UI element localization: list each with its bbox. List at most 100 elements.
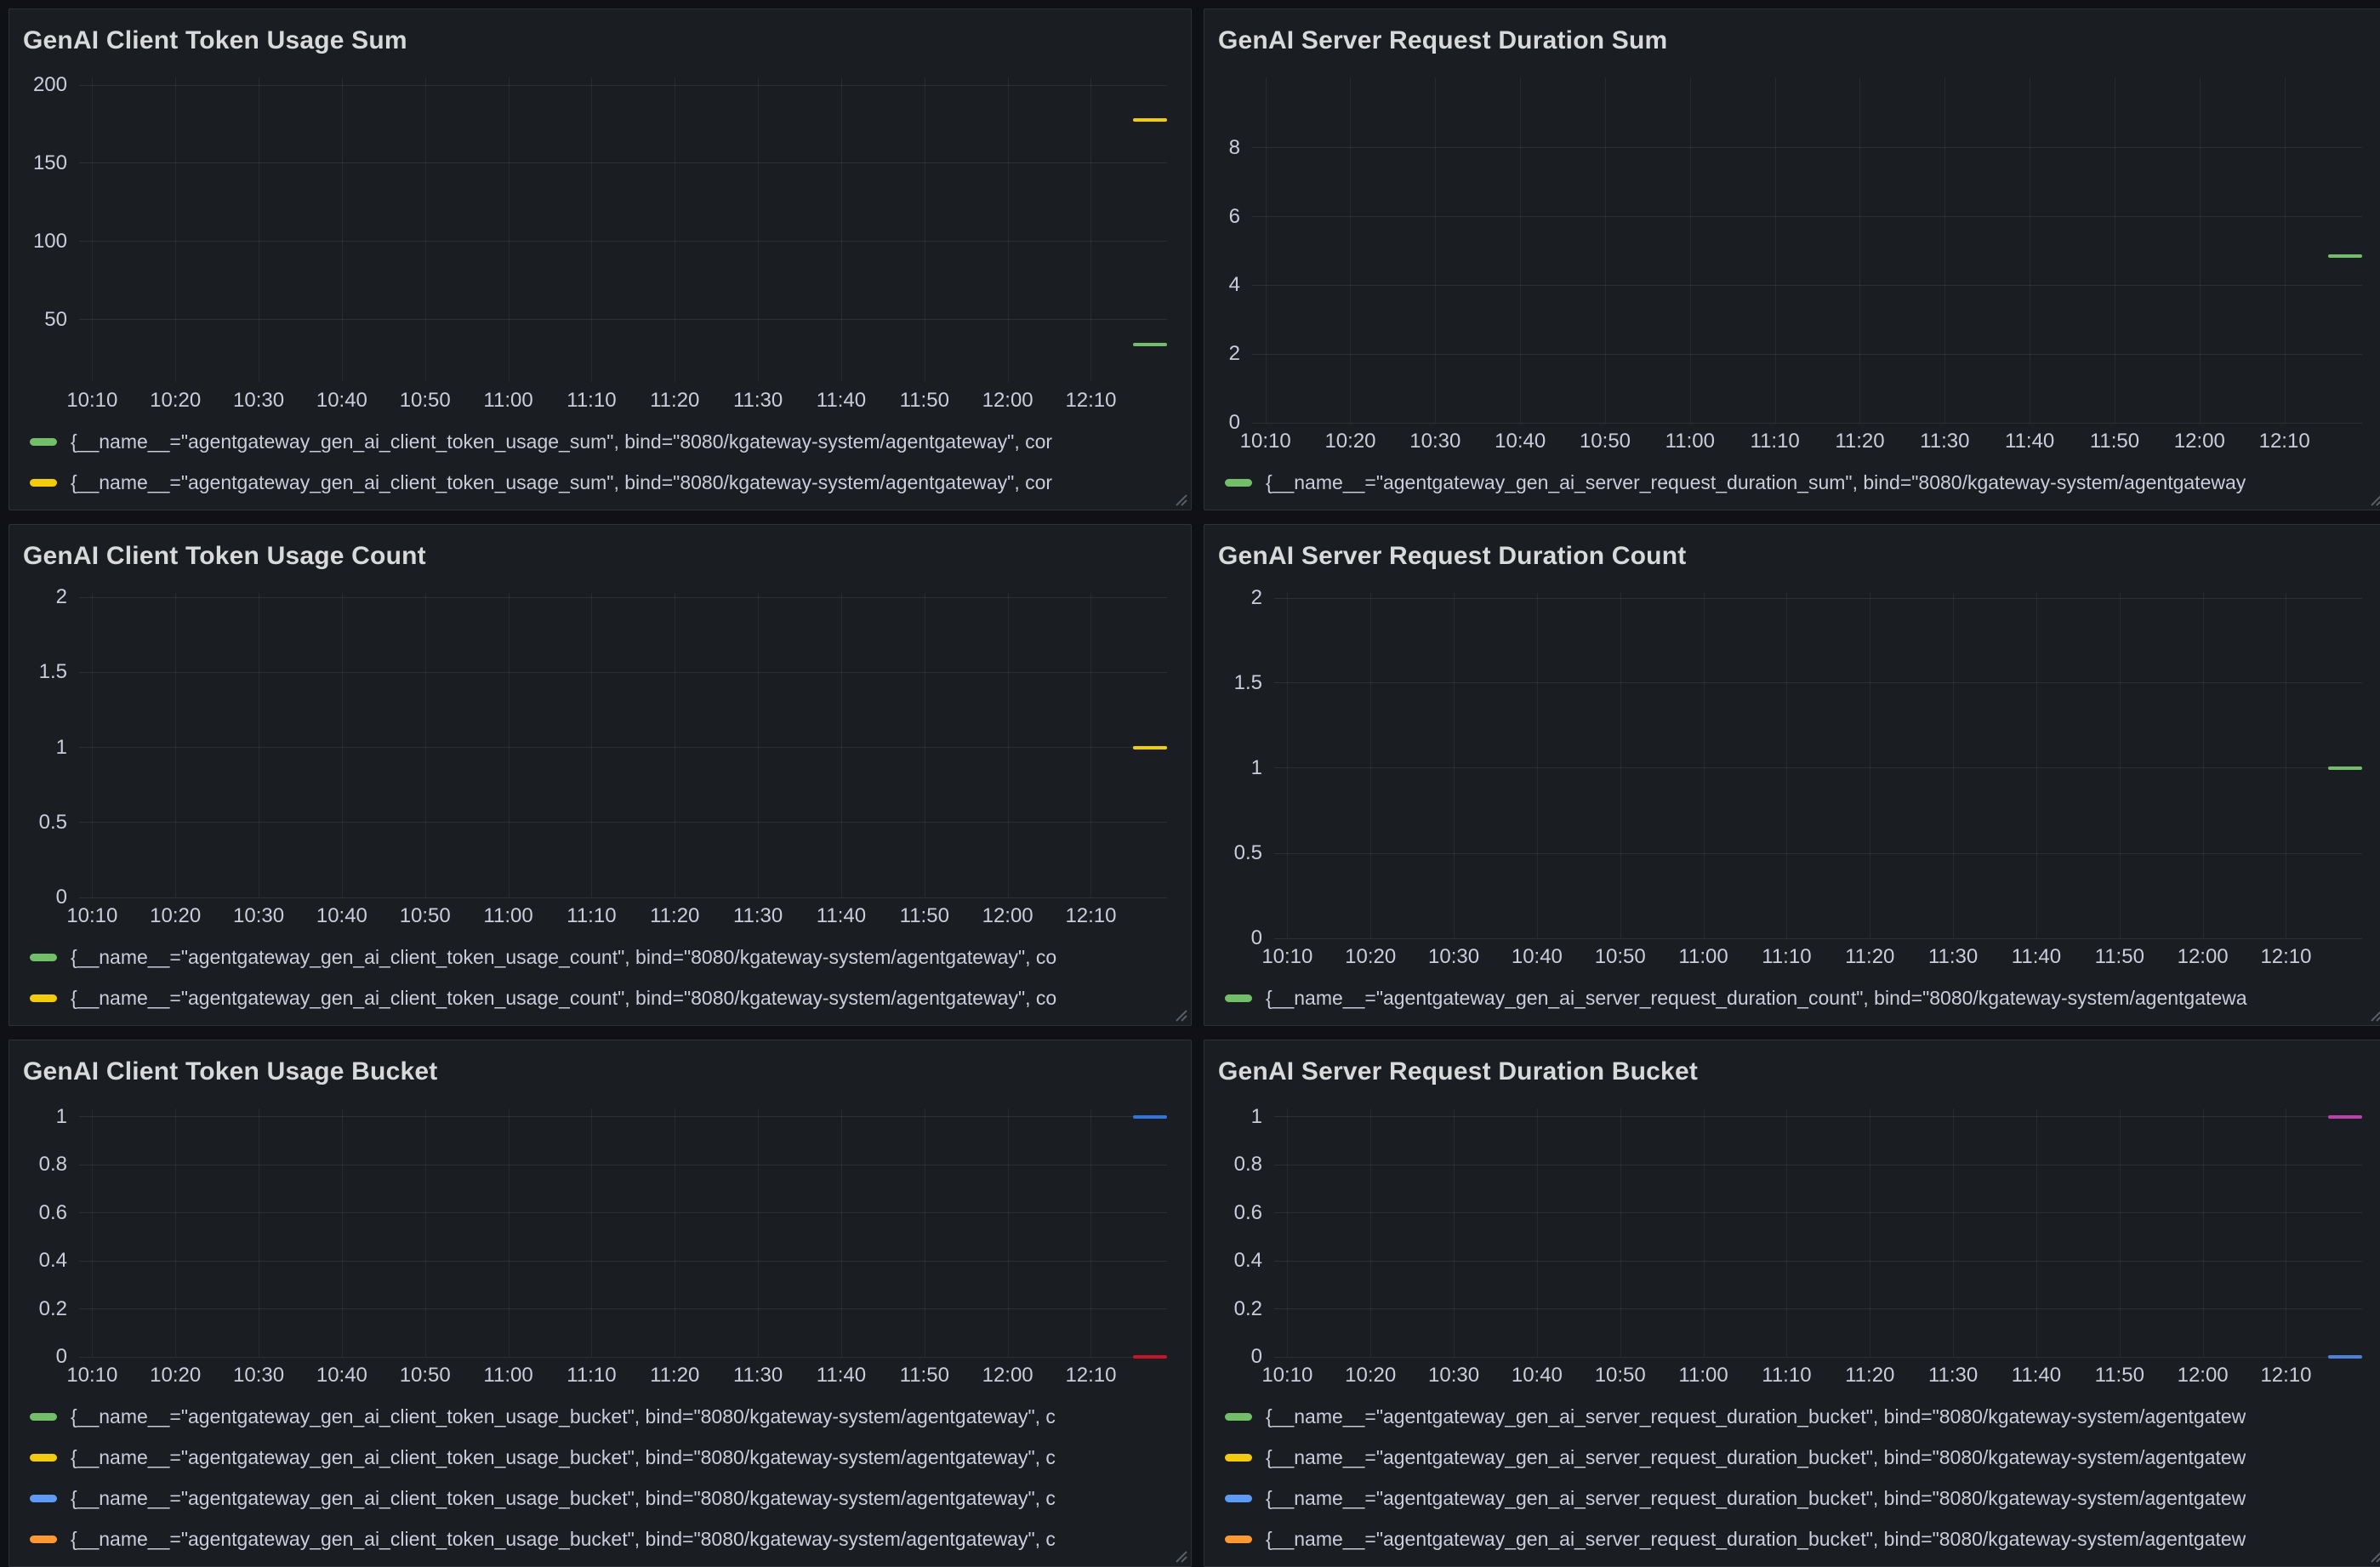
panel-title[interactable]: GenAI Client Token Usage Count: [23, 542, 426, 571]
legend-item[interactable]: {__name__="agentgateway_gen_ai_client_to…: [30, 462, 1184, 503]
panel-header[interactable]: GenAI Server Request Duration Sum: [1211, 16, 2379, 60]
y-axis-tick-label: 0: [1251, 926, 1262, 950]
series-line-segment: [1133, 118, 1167, 122]
legend-item[interactable]: {__name__="agentgateway_gen_ai_server_re…: [1225, 977, 2379, 1018]
gridline-vertical: [1786, 593, 1787, 938]
panel-header[interactable]: GenAI Server Request Duration Bucket: [1211, 1047, 2379, 1091]
x-axis-tick-label: 10:40: [1512, 945, 1563, 969]
y-axis-tick-label: 0.6: [1234, 1201, 1262, 1225]
panel-title[interactable]: GenAI Server Request Duration Count: [1218, 542, 1686, 571]
x-axis-tick-label: 11:20: [1845, 1364, 1894, 1388]
gridline-vertical: [175, 1108, 176, 1357]
legend-label: {__name__="agentgateway_gen_ai_client_to…: [71, 946, 1056, 969]
legend-item[interactable]: {__name__="agentgateway_gen_ai_client_to…: [30, 977, 1184, 1018]
legend-item[interactable]: {__name__="agentgateway_gen_ai_server_re…: [1225, 1478, 2379, 1519]
x-axis-tick-label: 10:20: [150, 389, 201, 413]
legend-item[interactable]: {__name__="agentgateway_gen_ai_server_re…: [1225, 1437, 2379, 1478]
x-axis-tick-label: 10:50: [400, 904, 451, 928]
x-axis-tick-label: 10:20: [150, 904, 201, 928]
x-axis-tick-label: 12:10: [2260, 945, 2311, 969]
gridline-vertical: [1704, 593, 1705, 938]
panel-genai-server-request-duration-bucket: GenAI Server Request Duration Bucket 10.…: [1204, 1040, 2380, 1567]
y-axis-tick-label: 150: [33, 151, 67, 175]
panel-title[interactable]: GenAI Client Token Usage Bucket: [23, 1057, 437, 1086]
legend-series-marker-icon: [30, 954, 57, 961]
time-series-chart: 21.510.50: [1211, 593, 2379, 938]
x-axis-tick-label: 10:50: [1595, 1364, 1646, 1388]
panel-resize-handle[interactable]: [2368, 1548, 2380, 1564]
legend-item[interactable]: {__name__="agentgateway_gen_ai_server_re…: [1225, 1519, 2379, 1559]
gridline-vertical: [1090, 1108, 1091, 1357]
legend-item[interactable]: {__name__="agentgateway_gen_ai_client_to…: [30, 1478, 1184, 1519]
panel-resize-handle[interactable]: [1173, 492, 1188, 507]
legend-item[interactable]: {__name__="agentgateway_gen_ai_client_to…: [30, 1396, 1184, 1437]
gridline-vertical: [1287, 593, 1288, 938]
legend: {__name__="agentgateway_gen_ai_server_re…: [1211, 1396, 2379, 1559]
gridline-vertical: [1454, 593, 1455, 938]
gridline-vertical: [2285, 77, 2286, 423]
plot-area[interactable]: [79, 77, 1167, 382]
y-axis-tick-label: 50: [44, 308, 67, 332]
gridline-vertical: [92, 77, 93, 382]
panel-genai-client-token-usage-bucket: GenAI Client Token Usage Bucket 10.80.60…: [9, 1040, 1192, 1567]
x-axis-tick-label: 11:10: [567, 389, 616, 413]
panel-header[interactable]: GenAI Client Token Usage Count: [16, 532, 1184, 576]
x-axis-tick-label: 12:00: [2178, 1364, 2229, 1388]
panel-title[interactable]: GenAI Server Request Duration Bucket: [1218, 1057, 1698, 1086]
legend-label: {__name__="agentgateway_gen_ai_server_re…: [1266, 1528, 2246, 1551]
gridline-vertical: [2200, 77, 2201, 423]
legend-label: {__name__="agentgateway_gen_ai_server_re…: [1266, 471, 2246, 494]
y-axis: 20015010050: [16, 77, 79, 382]
gridline-vertical: [841, 1108, 842, 1357]
gridline-vertical: [509, 77, 510, 382]
gridline-horizontal: [79, 597, 1167, 598]
gridline-horizontal: [1274, 1261, 2362, 1262]
gridline-vertical: [1287, 1108, 1288, 1357]
legend: {__name__="agentgateway_gen_ai_client_to…: [16, 937, 1184, 1018]
gridline-vertical: [92, 593, 93, 897]
panel-title[interactable]: GenAI Client Token Usage Sum: [23, 26, 407, 55]
x-axis-tick-label: 12:10: [2260, 1364, 2311, 1388]
plot-area[interactable]: [1274, 1108, 2362, 1357]
plot-area[interactable]: [1274, 593, 2362, 938]
panel-title[interactable]: GenAI Server Request Duration Sum: [1218, 26, 1667, 55]
panel-header[interactable]: GenAI Client Token Usage Sum: [16, 16, 1184, 60]
x-axis-tick-label: 12:10: [1065, 1364, 1116, 1388]
y-axis-tick-label: 0: [56, 886, 67, 909]
panel-header[interactable]: GenAI Server Request Duration Count: [1211, 532, 2379, 576]
legend-item[interactable]: {__name__="agentgateway_gen_ai_server_re…: [1225, 1396, 2379, 1437]
plot-area[interactable]: [1252, 77, 2362, 423]
x-axis-tick-label: 10:10: [66, 389, 117, 413]
x-axis-tick-label: 11:30: [1928, 1364, 1978, 1388]
plot-area[interactable]: [79, 1108, 1167, 1357]
gridline-vertical: [1266, 77, 1267, 423]
legend-item[interactable]: {__name__="agentgateway_gen_ai_client_to…: [30, 937, 1184, 977]
gridline-vertical: [1537, 593, 1538, 938]
panel-resize-handle[interactable]: [2368, 1007, 2380, 1023]
y-axis-tick-label: 0.8: [1234, 1153, 1262, 1177]
legend-series-marker-icon: [30, 1495, 57, 1502]
legend-item[interactable]: {__name__="agentgateway_gen_ai_client_to…: [30, 1519, 1184, 1559]
legend-item[interactable]: {__name__="agentgateway_gen_ai_client_to…: [30, 421, 1184, 462]
panel-header[interactable]: GenAI Client Token Usage Bucket: [16, 1047, 1184, 1091]
gridline-horizontal: [1252, 147, 2362, 148]
gridline-vertical: [1704, 1108, 1705, 1357]
y-axis-tick-label: 4: [1229, 273, 1240, 297]
plot-area[interactable]: [79, 593, 1167, 897]
x-axis-tick-label: 10:30: [1428, 1364, 1479, 1388]
legend-series-marker-icon: [1225, 1536, 1252, 1543]
gridline-vertical: [1435, 77, 1436, 423]
legend-item[interactable]: {__name__="agentgateway_gen_ai_client_to…: [30, 1437, 1184, 1478]
x-axis-tick-label: 11:00: [483, 904, 532, 928]
panel-resize-handle[interactable]: [1173, 1007, 1188, 1023]
legend-series-marker-icon: [30, 994, 57, 1002]
panel-resize-handle[interactable]: [2368, 492, 2380, 507]
gridline-vertical: [1370, 593, 1371, 938]
y-axis-tick-label: 2: [1229, 342, 1240, 366]
legend-item[interactable]: {__name__="agentgateway_gen_ai_server_re…: [1225, 462, 2379, 503]
x-axis-tick-label: 11:40: [817, 904, 866, 928]
panel-resize-handle[interactable]: [1173, 1548, 1188, 1564]
x-axis-tick-label: 10:50: [400, 1364, 451, 1388]
gridline-vertical: [591, 77, 592, 382]
y-axis-tick-label: 2: [56, 585, 67, 609]
